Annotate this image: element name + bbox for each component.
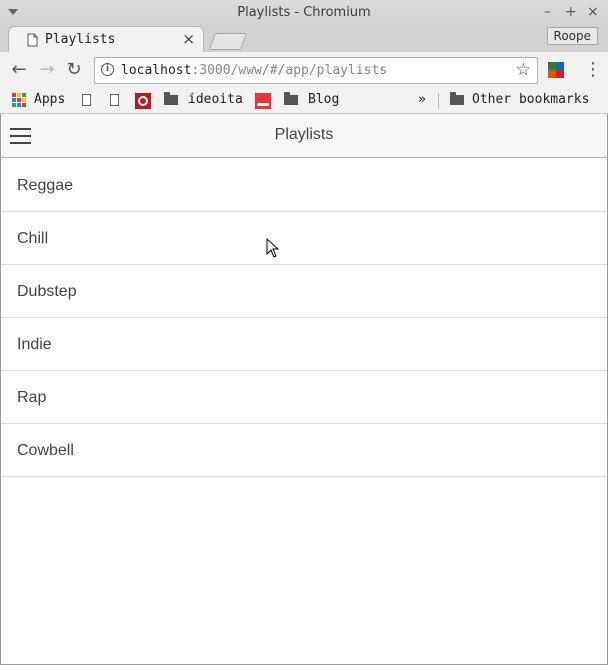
close-window-button[interactable]: × bbox=[587, 4, 599, 20]
new-tab-button[interactable] bbox=[208, 33, 248, 50]
document-icon bbox=[27, 33, 38, 47]
address-bar[interactable]: i localhost:3000/www/#/app/playlists ☆ bbox=[94, 57, 538, 84]
bookmarks-overflow-button[interactable]: » bbox=[418, 92, 426, 107]
back-button[interactable]: ← bbox=[8, 59, 30, 81]
bookmark-other-bookmarks[interactable]: Other bookmarks bbox=[450, 91, 590, 107]
red-favicon-icon bbox=[135, 93, 151, 109]
bookmarks-bar: Apps ideoita Blog » Other bookmarks bbox=[0, 88, 608, 114]
mouse-cursor-icon bbox=[266, 238, 280, 258]
bookmark-favicon-2[interactable] bbox=[255, 93, 271, 109]
reload-button[interactable]: ↻ bbox=[63, 59, 85, 81]
app-header-bar: Playlists bbox=[0, 114, 608, 158]
tab-title: Playlists bbox=[45, 32, 116, 47]
url-host: localhost bbox=[121, 63, 192, 78]
page-icon bbox=[110, 94, 119, 106]
window-title: Playlists - Chromium bbox=[237, 5, 371, 20]
bookmark-apps[interactable]: Apps bbox=[12, 92, 65, 107]
minimize-button[interactable]: – bbox=[544, 4, 551, 20]
page-title: Playlists bbox=[274, 126, 334, 143]
extension-icon[interactable] bbox=[548, 62, 564, 78]
folder-icon bbox=[164, 91, 178, 105]
bookmark-apps-label: Apps bbox=[34, 92, 66, 107]
playlist-item[interactable]: Reggae bbox=[0, 159, 608, 212]
playlist-item[interactable]: Rap bbox=[0, 371, 608, 424]
window-titlebar: Playlists - Chromium – + × bbox=[0, 0, 608, 26]
tab-close-icon[interactable]: × bbox=[182, 30, 195, 48]
site-info-icon[interactable]: i bbox=[101, 63, 114, 76]
bookmark-label: ideoita bbox=[188, 92, 243, 107]
playlist-item[interactable]: Chill bbox=[0, 212, 608, 265]
bookmark-label: Other bookmarks bbox=[472, 92, 590, 107]
url-text[interactable]: localhost:3000/www/#/app/playlists bbox=[121, 63, 387, 78]
bookmark-page-2[interactable] bbox=[110, 94, 119, 106]
folder-icon bbox=[284, 91, 298, 105]
url-path: :3000/www/#/app/playlists bbox=[191, 63, 388, 78]
page-icon bbox=[82, 94, 91, 106]
bookmark-star-icon[interactable]: ☆ bbox=[516, 60, 531, 80]
maximize-button[interactable]: + bbox=[565, 4, 577, 20]
window-border-left bbox=[0, 114, 1, 665]
playlist-item[interactable]: Cowbell bbox=[0, 424, 608, 477]
bookmark-folder-ideoita[interactable]: ideoita bbox=[164, 91, 243, 107]
browser-toolbar: ← → ↻ i localhost:3000/www/#/app/playlis… bbox=[0, 52, 608, 88]
forward-button[interactable]: → bbox=[36, 59, 58, 81]
tab-strip: Playlists × Roope bbox=[0, 26, 608, 52]
bookmark-folder-blog[interactable]: Blog bbox=[284, 91, 340, 107]
bookmarks-separator bbox=[438, 93, 439, 109]
apps-grid-icon bbox=[12, 92, 26, 107]
playlist-item[interactable]: Dubstep bbox=[0, 265, 608, 318]
bookmark-label: Blog bbox=[308, 92, 340, 107]
profile-button[interactable]: Roope bbox=[546, 27, 598, 45]
folder-icon bbox=[450, 91, 464, 105]
red-logo-icon bbox=[255, 93, 271, 109]
bookmark-page-1[interactable] bbox=[82, 94, 91, 106]
tab-playlists[interactable]: Playlists × bbox=[8, 26, 204, 52]
bookmark-favicon-1[interactable] bbox=[135, 93, 151, 109]
playlist-list: Reggae Chill Dubstep Indie Rap Cowbell bbox=[0, 159, 608, 477]
browser-menu-icon[interactable]: ⋮ bbox=[584, 60, 602, 80]
playlist-item[interactable]: Indie bbox=[0, 318, 608, 371]
